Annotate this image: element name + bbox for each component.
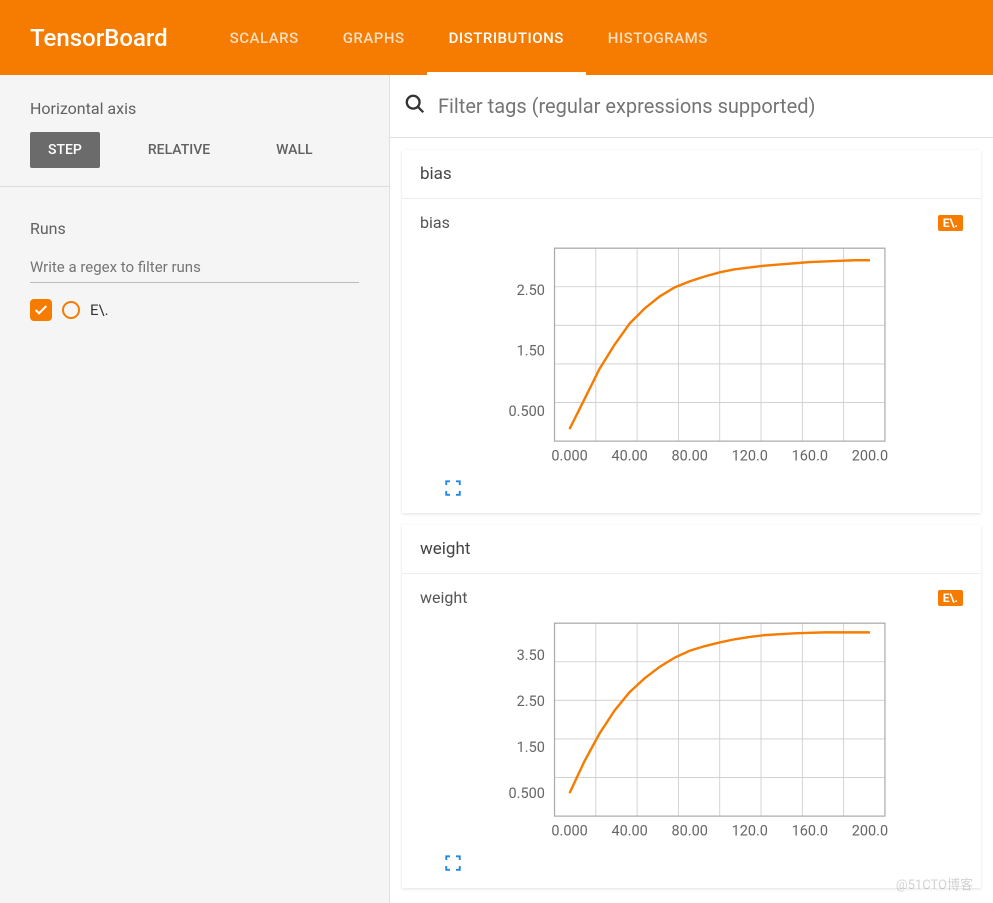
tab-scalars[interactable]: SCALARS [208, 0, 321, 75]
svg-text:200.0: 200.0 [851, 822, 887, 839]
card-header[interactable]: bias [402, 150, 981, 199]
axis-option-step[interactable]: STEP [30, 132, 100, 168]
plot-title: bias [420, 213, 450, 232]
svg-text:1.50: 1.50 [516, 343, 544, 360]
distribution-card: bias bias E\. 0.500 1.50 2.50 0.000 40.00 80.… [402, 150, 981, 513]
svg-text:0.000: 0.000 [551, 447, 587, 464]
svg-text:1.50: 1.50 [516, 739, 544, 756]
axis-option-wall[interactable]: WALL [258, 132, 330, 168]
svg-text:0.000: 0.000 [551, 822, 587, 839]
svg-text:2.50: 2.50 [516, 282, 544, 299]
svg-text:3.50: 3.50 [516, 647, 544, 664]
runs-title: Runs [30, 219, 359, 238]
axis-option-relative[interactable]: RELATIVE [130, 132, 228, 168]
expand-icon[interactable] [420, 848, 963, 876]
distribution-chart[interactable]: 0.500 1.50 2.50 0.000 40.00 80.00 120.0 160.0 20… [487, 238, 897, 473]
expand-icon[interactable] [420, 473, 963, 501]
runs-filter-input[interactable] [30, 252, 359, 283]
svg-text:120.0: 120.0 [731, 822, 767, 839]
tab-graphs[interactable]: GRAPHS [321, 0, 427, 75]
svg-text:80.00: 80.00 [671, 447, 707, 464]
svg-text:160.0: 160.0 [791, 822, 827, 839]
svg-text:2.50: 2.50 [516, 693, 544, 710]
tab-histograms[interactable]: HISTOGRAMS [586, 0, 730, 75]
axis-radio-group: STEP RELATIVE WALL [30, 132, 359, 168]
svg-text:80.00: 80.00 [671, 822, 707, 839]
run-name: E\. [90, 301, 109, 319]
svg-text:120.0: 120.0 [731, 447, 767, 464]
distribution-card: weight weight E\. 0.500 1.50 2.50 3.50 0.000… [402, 525, 981, 888]
tab-distributions[interactable]: DISTRIBUTIONS [427, 0, 586, 75]
divider [0, 186, 389, 187]
run-row[interactable]: E\. [30, 289, 359, 331]
svg-text:0.500: 0.500 [508, 403, 544, 420]
axis-title: Horizontal axis [30, 99, 359, 118]
distribution-chart[interactable]: 0.500 1.50 2.50 3.50 0.000 40.00 80.00 120.0 160… [487, 613, 897, 848]
tag-filter-bar [390, 75, 993, 138]
svg-text:40.00: 40.00 [611, 447, 647, 464]
svg-text:40.00: 40.00 [611, 822, 647, 839]
app-header: TensorBoard SCALARSGRAPHSDISTRIBUTIONSHI… [0, 0, 993, 75]
checkbox-icon[interactable] [30, 299, 52, 321]
svg-text:0.500: 0.500 [508, 785, 544, 802]
tag-filter-input[interactable] [438, 94, 979, 118]
tab-bar: SCALARSGRAPHSDISTRIBUTIONSHISTOGRAMS [208, 0, 730, 75]
svg-text:200.0: 200.0 [851, 447, 887, 464]
search-icon [404, 93, 426, 119]
watermark: @51CTO博客 [896, 874, 973, 893]
run-color-swatch [62, 301, 80, 319]
main-panel: bias bias E\. 0.500 1.50 2.50 0.000 40.00 80.… [390, 75, 993, 903]
card-header[interactable]: weight [402, 525, 981, 574]
run-badge: E\. [938, 590, 963, 606]
plot-title: weight [420, 588, 467, 607]
sidebar: Horizontal axis STEP RELATIVE WALL Runs E\… [0, 75, 390, 903]
run-badge: E\. [938, 215, 963, 231]
svg-text:160.0: 160.0 [791, 447, 827, 464]
logo: TensorBoard [0, 24, 208, 52]
